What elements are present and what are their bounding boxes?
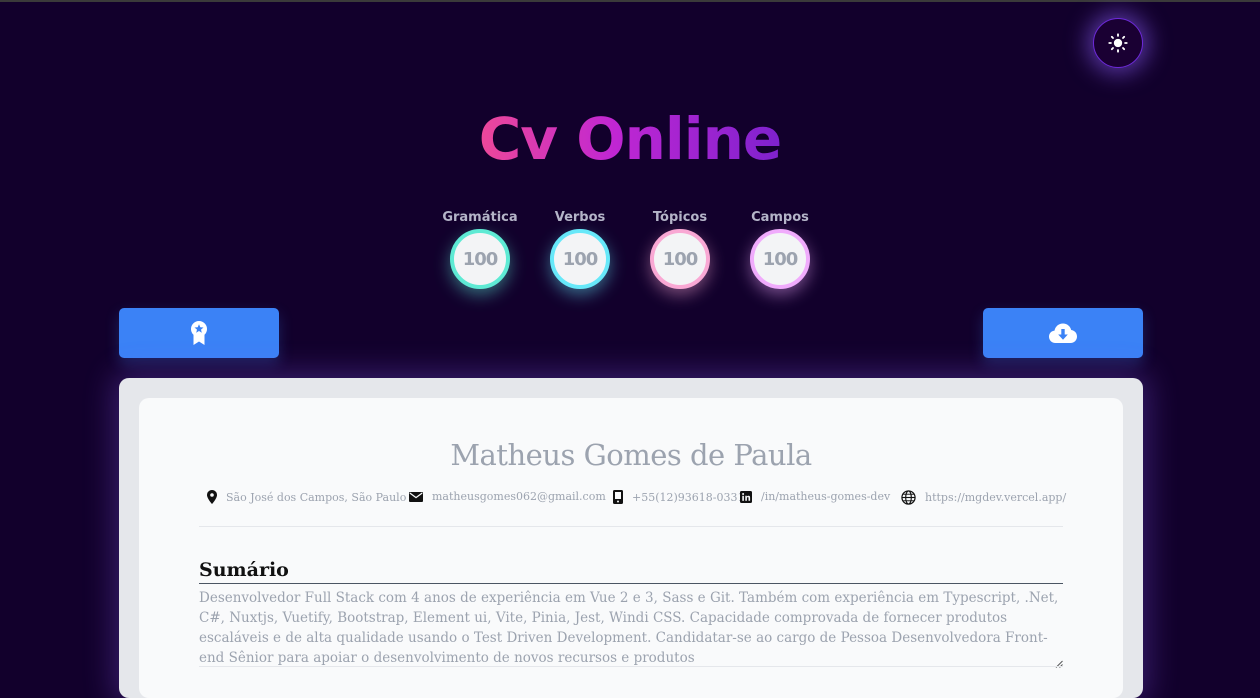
app-title: Cv Online — [478, 105, 783, 173]
cv-paper: Matheus Gomes de Paula São José dos Camp… — [139, 398, 1123, 698]
score-label: Verbos — [554, 210, 606, 225]
theme-toggle-button[interactable] — [1093, 18, 1143, 68]
contact-email[interactable]: matheusgomes062@gmail.com — [409, 490, 606, 503]
phone-icon — [613, 490, 623, 504]
score-label: Tópicos — [652, 210, 708, 225]
divider — [199, 666, 1063, 667]
contact-text: +55(12)93618-0331 — [632, 490, 745, 504]
summary-text: Desenvolvedor Full Stack com 4 anos de e… — [199, 590, 1059, 666]
score-grammar: Gramática 100 — [430, 210, 530, 289]
contact-location[interactable]: São José dos Campos, São Paulo — [207, 490, 406, 504]
score-topics: Tópicos 100 — [630, 210, 730, 289]
window-top-border — [0, 0, 1260, 2]
cv-name[interactable]: Matheus Gomes de Paula — [139, 438, 1123, 472]
contact-text: /in/matheus-gomes-dev — [761, 490, 891, 503]
score-verbs: Verbos 100 — [530, 210, 630, 289]
score-ring: 100 — [750, 229, 810, 289]
cloud-download-icon — [1049, 323, 1077, 343]
score-fields: Campos 100 — [730, 210, 830, 289]
cv-container: Matheus Gomes de Paula São José dos Camp… — [119, 378, 1143, 698]
score-ring: 100 — [550, 229, 610, 289]
award-badge-icon — [191, 321, 207, 345]
contact-linkedin[interactable]: /in/matheus-gomes-dev — [740, 490, 890, 503]
linkedin-icon — [740, 490, 752, 503]
contact-text: São José dos Campos, São Paulo — [226, 490, 407, 504]
contact-website[interactable]: https://mgdev.vercel.app/ — [901, 490, 1066, 505]
score-ring: 100 — [450, 229, 510, 289]
score-label: Campos — [751, 210, 809, 225]
summary-textarea[interactable]: Desenvolvedor Full Stack com 4 anos de e… — [199, 588, 1063, 668]
contact-text: https://mgdev.vercel.app/ — [925, 491, 1067, 504]
contact-phone[interactable]: +55(12)93618-0331 — [613, 490, 745, 504]
download-button[interactable] — [983, 308, 1143, 358]
location-pin-icon — [207, 490, 217, 504]
sun-icon — [1108, 33, 1128, 53]
contact-text: matheusgomes062@gmail.com — [432, 490, 606, 503]
score-label: Gramática — [442, 210, 518, 225]
summary-title: Sumário — [199, 558, 1063, 584]
globe-icon — [901, 490, 916, 505]
certificate-button[interactable] — [119, 308, 279, 358]
mail-icon — [409, 491, 423, 502]
divider — [199, 526, 1063, 527]
score-ring: 100 — [650, 229, 710, 289]
